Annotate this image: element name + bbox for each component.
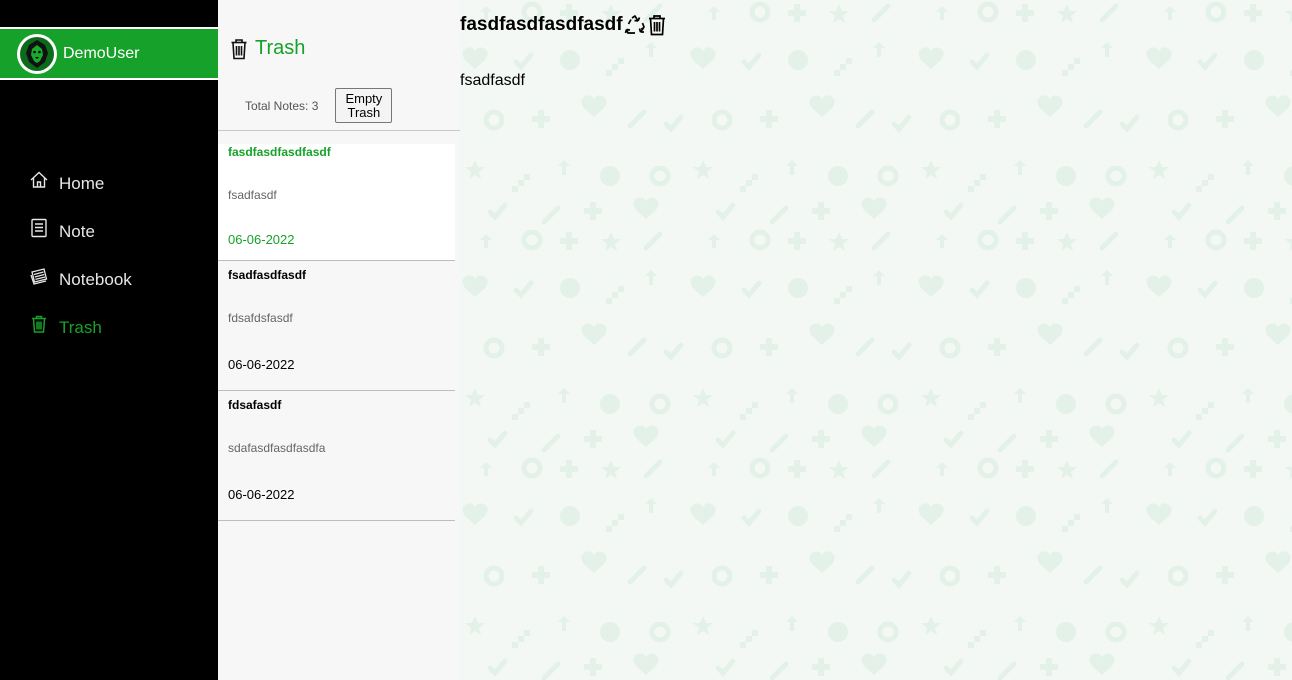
note-list: fasdfasdfasdfasdf fsadfasdf 06-06-2022 f… xyxy=(218,144,455,521)
note-card[interactable]: fasdfasdfasdfasdf fsadfasdf 06-06-2022 xyxy=(218,144,455,261)
sidebar-item-label: Trash xyxy=(59,318,102,337)
note-date: 06-06-2022 xyxy=(228,487,295,502)
sidebar: DemoUser Home Note Notebook Trash xyxy=(0,0,218,680)
lion-avatar-icon[interactable] xyxy=(17,33,57,74)
note-icon xyxy=(28,217,50,239)
user-name: DemoUser xyxy=(63,44,140,62)
empty-trash-button[interactable]: Empty Trash xyxy=(335,88,393,123)
note-title: fsadfasdfasdf xyxy=(228,268,307,282)
home-icon xyxy=(28,169,50,191)
background-pattern xyxy=(460,0,1292,680)
note-date: 06-06-2022 xyxy=(228,232,295,247)
sidebar-nav: Home Note Notebook Trash xyxy=(0,160,218,352)
empty-trash-label-line2: Trash xyxy=(347,104,381,120)
note-date: 06-06-2022 xyxy=(228,357,295,372)
sidebar-item-note[interactable]: Note xyxy=(0,208,218,256)
note-content[interactable]: fsadfasdf xyxy=(460,72,525,90)
trash-icon xyxy=(230,38,248,60)
trash-icon xyxy=(28,313,50,335)
sidebar-item-label: Note xyxy=(59,222,95,241)
sidebar-item-home[interactable]: Home xyxy=(0,160,218,208)
panel-title: Trash xyxy=(255,37,306,59)
user-bar[interactable]: DemoUser xyxy=(0,27,218,80)
empty-trash-label-line1: Empty xyxy=(345,90,383,106)
sidebar-item-notebook[interactable]: Notebook xyxy=(0,256,218,304)
notes-panel: Trash Total Notes: 3 Empty Trash fasdfas… xyxy=(218,0,460,680)
note-header: fasdfasdfasdfasdf xyxy=(460,14,667,36)
trash-icon[interactable] xyxy=(647,14,667,36)
note-viewer: fasdfasdfasdfasdf fsadfasdf xyxy=(460,0,1292,680)
sidebar-item-label: Notebook xyxy=(59,270,132,289)
note-title-heading[interactable]: fasdfasdfasdfasdf xyxy=(460,14,623,36)
note-card[interactable]: fsadfasdfasdf fdsafdsfasdf 06-06-2022 xyxy=(218,261,455,391)
note-card[interactable]: fdsafasdf sdafasdfasdfasdfa 06-06-2022 xyxy=(218,391,455,521)
total-notes-label: Total Notes: 3 xyxy=(245,98,319,113)
panel-tools: Total Notes: 3 Empty Trash xyxy=(245,88,393,123)
sidebar-item-trash[interactable]: Trash xyxy=(0,304,218,352)
note-body: fdsafdsfasdf xyxy=(228,311,293,325)
note-body: fsadfasdf xyxy=(228,188,277,202)
note-title: fasdfasdfasdfasdf xyxy=(228,145,331,159)
notebook-icon xyxy=(28,265,50,287)
divider xyxy=(218,130,460,131)
note-body: sdafasdfasdfasdfa xyxy=(228,441,326,455)
recycle-icon[interactable] xyxy=(624,14,646,36)
note-title: fdsafasdf xyxy=(228,398,282,412)
sidebar-item-label: Home xyxy=(59,174,105,193)
panel-header: Trash xyxy=(230,37,305,60)
